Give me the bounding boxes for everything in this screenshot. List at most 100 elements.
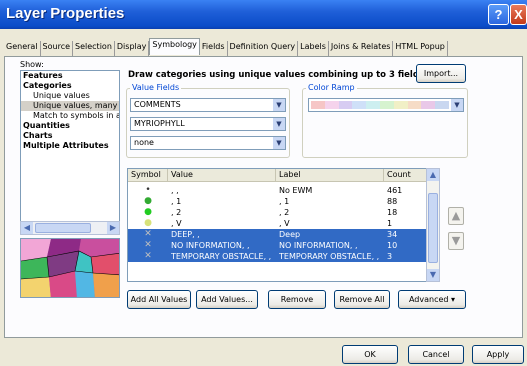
tab-general[interactable]: General — [4, 41, 41, 56]
show-label: Show: — [20, 60, 44, 69]
scroll-left-icon[interactable]: ◀ — [21, 222, 33, 234]
scroll-down-icon[interactable]: ▼ — [427, 269, 439, 281]
tab-html-popup[interactable]: HTML Popup — [393, 41, 448, 56]
add-values-button[interactable]: Add Values... — [196, 290, 258, 309]
chevron-down-icon[interactable]: ▼ — [273, 137, 285, 149]
symbology-heading: Draw categories using unique values comb… — [128, 70, 428, 80]
move-up-button[interactable]: ▲ — [448, 207, 464, 225]
show-item-features[interactable]: Features — [21, 71, 119, 81]
tab-labels[interactable]: Labels — [298, 41, 329, 56]
column-header-count[interactable]: Count — [384, 169, 426, 182]
import-button[interactable]: Import... — [416, 64, 466, 83]
show-list-scrollbar[interactable]: ◀ ▶ — [20, 221, 120, 235]
row-count: 10 — [387, 241, 398, 250]
scroll-thumb[interactable] — [428, 193, 438, 263]
row-label[interactable]: Deep — [279, 229, 384, 240]
arrow-down-icon: ▼ — [451, 234, 461, 247]
tab-joins-relates[interactable]: Joins & Relates — [329, 41, 394, 56]
symbol-swatch-icon[interactable]: • — [138, 185, 158, 196]
ramp-color-segment — [380, 101, 395, 109]
advanced-button[interactable]: Advanced ▾ — [398, 290, 466, 309]
unique-values-table[interactable]: Symbol Value Label Count • , , No EWM 461 ●,… — [127, 168, 427, 282]
show-item-multiple-attributes[interactable]: Multiple Attributes — [21, 141, 119, 151]
row-label[interactable]: , 2 — [279, 207, 384, 218]
row-label[interactable]: NO INFORMATION, , — [279, 240, 384, 251]
table-scrollbar[interactable]: ▲ ▼ — [426, 168, 440, 282]
column-header-label[interactable]: Label — [276, 169, 384, 182]
row-count: 34 — [387, 230, 398, 239]
tab-definition-query[interactable]: Definition Query — [228, 41, 299, 56]
close-button[interactable]: X — [510, 4, 527, 25]
value-field-3-value: none — [134, 138, 154, 147]
value-field-2-select[interactable]: MYRIOPHYLL ▼ — [130, 117, 286, 131]
tab-selection[interactable]: Selection — [73, 41, 115, 56]
row-count: 18 — [387, 208, 398, 217]
symbol-swatch-icon[interactable]: ● — [138, 207, 158, 218]
show-item-charts[interactable]: Charts — [21, 131, 119, 141]
scroll-up-icon[interactable]: ▲ — [427, 169, 439, 181]
cancel-button[interactable]: Cancel — [408, 345, 464, 364]
row-value: DEEP, , — [171, 230, 200, 239]
ramp-color-segment — [338, 101, 353, 109]
ramp-color-segment — [393, 101, 409, 109]
table-row[interactable]: ●, 1, 1 88 — [128, 196, 426, 207]
row-label[interactable]: , 1 — [279, 196, 384, 207]
row-value: , V — [171, 219, 182, 228]
tab-strip: General Source Selection Display Symbology Fi… — [4, 38, 523, 56]
chevron-down-icon[interactable]: ▼ — [451, 99, 463, 111]
color-ramp-swatch — [311, 101, 450, 109]
ramp-color-segment — [311, 101, 326, 109]
show-item-match-to-symbols[interactable]: Match to symbols in a — [21, 111, 119, 121]
scroll-thumb[interactable] — [35, 223, 91, 233]
remove-all-button[interactable]: Remove All — [334, 290, 390, 309]
tab-fields[interactable]: Fields — [200, 41, 228, 56]
scroll-right-icon[interactable]: ▶ — [107, 222, 119, 234]
symbol-swatch-icon[interactable]: ● — [138, 196, 158, 207]
show-item-unique-values[interactable]: Unique values — [21, 91, 119, 101]
row-label[interactable]: TEMPORARY OBSTACLE, , — [279, 251, 384, 262]
row-count: 88 — [387, 197, 398, 206]
apply-button[interactable]: Apply — [472, 345, 524, 364]
tab-source[interactable]: Source — [41, 41, 74, 56]
row-label[interactable]: , V — [279, 218, 384, 229]
help-button[interactable]: ? — [488, 4, 509, 25]
row-count: 461 — [387, 186, 403, 195]
chevron-down-icon[interactable]: ▼ — [273, 99, 285, 111]
show-item-quantities[interactable]: Quantities — [21, 121, 119, 131]
show-item-unique-values-many-fields[interactable]: Unique values, many f — [21, 101, 119, 111]
chevron-down-icon[interactable]: ▼ — [273, 118, 285, 130]
ok-button[interactable]: OK — [342, 345, 398, 364]
symbol-swatch-icon[interactable]: ✕ — [138, 240, 158, 251]
row-value: , 1 — [171, 197, 182, 206]
row-value: TEMPORARY OBSTACLE, , — [171, 252, 272, 261]
show-list[interactable]: Features Categories Unique values Unique… — [20, 70, 120, 223]
table-row[interactable]: ✕ DEEP, , Deep 34 — [128, 229, 426, 240]
table-row[interactable]: ✕ NO INFORMATION, , NO INFORMATION, , 10 — [128, 240, 426, 251]
show-item-categories[interactable]: Categories — [21, 81, 119, 91]
table-row[interactable]: ●, 2, 2 18 — [128, 207, 426, 218]
row-value: , 2 — [171, 208, 182, 217]
symbol-swatch-icon[interactable]: ● — [138, 218, 158, 229]
move-down-button[interactable]: ▼ — [448, 232, 464, 250]
table-row[interactable]: ✕ TEMPORARY OBSTACLE, , TEMPORARY OBSTACLE… — [128, 251, 426, 262]
row-count: 3 — [387, 252, 393, 261]
table-row[interactable]: • , , No EWM 461 — [128, 185, 426, 196]
remove-button[interactable]: Remove — [268, 290, 326, 309]
color-ramp-select[interactable]: ▼ — [308, 98, 464, 112]
value-field-1-value: COMMENTS — [134, 100, 181, 109]
tab-display[interactable]: Display — [115, 41, 150, 56]
ramp-color-segment — [407, 101, 422, 109]
row-label[interactable]: No EWM — [279, 185, 384, 196]
value-field-3-select[interactable]: none ▼ — [130, 136, 286, 150]
column-header-value[interactable]: Value — [168, 169, 276, 182]
column-header-symbol[interactable]: Symbol — [128, 169, 168, 182]
symbol-swatch-icon[interactable]: ✕ — [138, 251, 158, 262]
table-row[interactable]: ●, V, V1 — [128, 218, 426, 229]
row-value: , , — [171, 186, 179, 195]
symbol-swatch-icon[interactable]: ✕ — [138, 229, 158, 240]
tab-symbology[interactable]: Symbology — [149, 38, 200, 55]
window-title: Layer Properties — [6, 5, 125, 22]
add-all-values-button[interactable]: Add All Values — [127, 290, 191, 309]
ramp-color-segment — [366, 101, 381, 109]
value-field-1-select[interactable]: COMMENTS ▼ — [130, 98, 286, 112]
